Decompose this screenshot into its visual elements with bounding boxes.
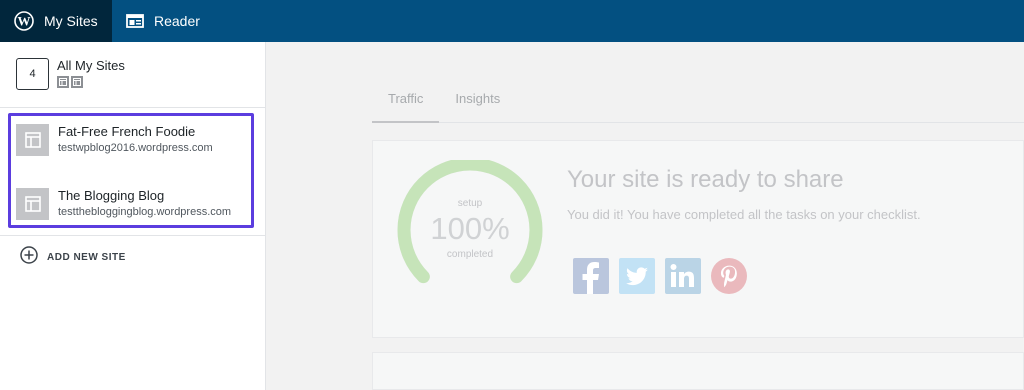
reader-label: Reader bbox=[154, 13, 200, 29]
stats-tabs: Traffic Insights bbox=[372, 78, 1024, 123]
site-url: testthebloggingblog.wordpress.com bbox=[58, 206, 232, 218]
site-item-fat-free-french-foodie[interactable]: Fat-Free French Foodie testwpblog2016.wo… bbox=[16, 124, 213, 156]
facebook-icon bbox=[573, 258, 609, 294]
pinterest-share-button[interactable] bbox=[711, 258, 747, 294]
my-sites-label: My Sites bbox=[44, 13, 98, 29]
checklist-title: Your site is ready to share bbox=[567, 166, 844, 193]
reader-icon bbox=[126, 14, 144, 28]
site-icon bbox=[16, 188, 49, 220]
twitter-share-button[interactable] bbox=[619, 258, 655, 294]
masterbar: W My Sites Reader bbox=[0, 0, 1024, 42]
linkedin-share-button[interactable] bbox=[665, 258, 701, 294]
site-count-badge: 4 bbox=[16, 58, 49, 90]
gauge-label-setup: setup bbox=[457, 198, 483, 209]
add-new-site-button[interactable]: ADD NEW SITE bbox=[20, 246, 126, 269]
site-list-highlight: Fat-Free French Foodie testwpblog2016.wo… bbox=[8, 113, 254, 228]
linkedin-icon bbox=[665, 258, 701, 294]
my-sites-button[interactable]: W My Sites bbox=[0, 0, 112, 42]
site-icon bbox=[16, 124, 49, 156]
checklist-text: You did it! You have completed all the t… bbox=[567, 207, 921, 222]
site-name: Fat-Free French Foodie bbox=[58, 124, 196, 139]
gauge-percent: 100% bbox=[430, 211, 510, 246]
plus-circle-icon bbox=[20, 246, 38, 269]
site-mini-icons bbox=[57, 76, 125, 88]
tab-traffic[interactable]: Traffic bbox=[372, 78, 440, 123]
site-item-the-blogging-blog[interactable]: The Blogging Blog testthebloggingblog.wo… bbox=[16, 188, 231, 220]
pinterest-icon bbox=[711, 258, 747, 294]
site-url: testwpblog2016.wordpress.com bbox=[58, 142, 213, 154]
all-my-sites-title: All My Sites bbox=[57, 58, 125, 73]
gauge-label-completed: completed bbox=[446, 249, 494, 260]
share-buttons bbox=[573, 258, 747, 294]
twitter-icon bbox=[619, 258, 655, 294]
site-name: The Blogging Blog bbox=[58, 188, 165, 203]
site-mini-icon bbox=[57, 76, 69, 88]
reader-button[interactable]: Reader bbox=[112, 0, 214, 42]
sidebar-divider bbox=[0, 235, 265, 236]
sites-sidebar: 4 All My Sites Fat-Free French Foodie te… bbox=[0, 42, 266, 390]
tab-insights[interactable]: Insights bbox=[439, 78, 516, 123]
all-my-sites-item[interactable]: 4 All My Sites bbox=[0, 42, 265, 108]
svg-text:W: W bbox=[18, 14, 31, 29]
secondary-card bbox=[372, 352, 1024, 390]
wordpress-logo-icon: W bbox=[14, 11, 34, 31]
site-mini-icon bbox=[71, 76, 83, 88]
facebook-share-button[interactable] bbox=[573, 258, 609, 294]
add-new-site-label: ADD NEW SITE bbox=[47, 252, 126, 263]
